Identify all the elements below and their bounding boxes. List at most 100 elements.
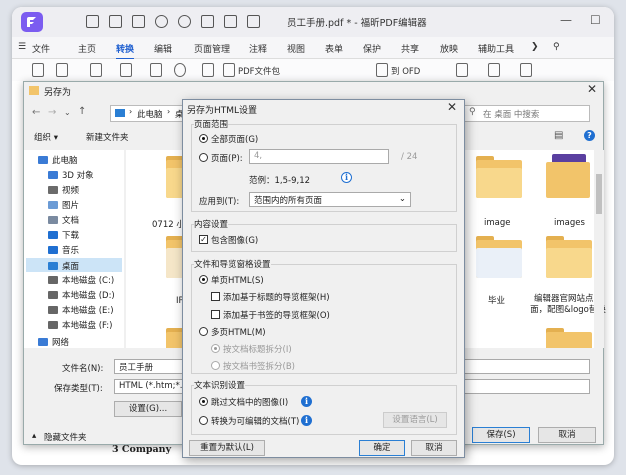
multi-page-radio[interactable] [199,327,208,336]
save-button[interactable]: 保存(S) [472,427,530,443]
pages-label[interactable]: 页面(P): [211,152,243,164]
menu-edit[interactable]: 编辑 [154,42,172,55]
reset-default-button[interactable]: 重置为默认(L) [189,440,265,456]
nav-item-downloads[interactable]: 下载 [48,229,79,241]
menu-convert[interactable]: 转换 [116,42,135,60]
help-icon[interactable]: ? [584,130,595,141]
cancel-button[interactable]: 取消 [538,427,596,443]
save-icon[interactable] [109,15,122,28]
ok-button[interactable]: 确定 [359,440,405,456]
menu-view[interactable]: 视图 [287,42,305,55]
nav-item-drive-f[interactable]: 本地磁盘 (F:) [48,319,112,331]
convert-editable-radio[interactable] [199,416,208,425]
info-icon[interactable]: i [301,396,312,407]
nav-item-video[interactable]: 视频 [48,184,79,196]
print-icon[interactable] [132,15,145,28]
nav-item-network[interactable]: 网络 [38,336,69,346]
include-images-checkbox[interactable]: ✓ [199,235,208,244]
menu-comment[interactable]: 注释 [249,42,267,55]
split-by-title-radio[interactable] [211,344,220,353]
nav-item-drive-d[interactable]: 本地磁盘 (D:) [48,289,115,301]
menu-home[interactable]: 主页 [78,42,96,55]
close-icon[interactable]: ✕ [447,100,457,114]
ocr-icon[interactable] [488,63,500,77]
undo-icon[interactable] [155,15,168,28]
text-tool-icon[interactable] [56,63,68,77]
skip-images-label[interactable]: 跳过文档中的图像(I) [211,396,288,408]
convert-web-icon[interactable] [174,63,186,77]
title-nav-checkbox[interactable] [211,292,220,301]
file-label[interactable]: images [554,218,585,228]
menu-form[interactable]: 表单 [325,42,343,55]
nav-item-music[interactable]: 音乐 [48,244,79,256]
bookmark-nav-label[interactable]: 添加基于书签的导览框架(O) [223,309,330,321]
maximize-icon[interactable]: ☐ [590,13,601,27]
nav-item-documents[interactable]: 文档 [48,214,79,226]
menu-accessibility[interactable]: 辅助工具 [478,42,514,55]
hide-folders-icon[interactable]: ▴ [32,431,36,441]
multi-page-label[interactable]: 多页HTML(M) [211,326,266,338]
nav-item-drive-c[interactable]: 本地磁盘 (C:) [48,274,114,286]
hand-icon[interactable] [201,15,214,28]
bookmark-nav-checkbox[interactable] [211,310,220,319]
forward-icon[interactable]: → [48,107,56,118]
include-images-label[interactable]: 包含图像(G) [211,234,258,246]
convert-word-icon[interactable] [90,63,102,77]
folder-images-icon[interactable] [546,154,590,200]
image-tool-icon[interactable] [456,63,468,77]
skip-images-radio[interactable] [199,397,208,406]
nav-item-pc[interactable]: 此电脑 [38,154,78,166]
new-folder-button[interactable]: 新建文件夹 [86,131,129,143]
menu-share[interactable]: 共享 [401,42,419,55]
back-icon[interactable]: ← [32,107,40,118]
open-file-icon[interactable] [86,15,99,28]
pages-radio[interactable] [199,153,208,162]
folder-icon[interactable] [476,156,522,198]
nav-item-desktop[interactable]: 桌面 [26,258,122,272]
to-ofd-icon[interactable] [376,63,388,77]
minimize-icon[interactable]: — [560,13,572,27]
folder-icon[interactable] [546,236,592,278]
nav-item-drive-e[interactable]: 本地磁盘 (E:) [48,304,114,316]
menu-slideshow[interactable]: 放映 [440,42,458,55]
file-label[interactable]: 毕业 [488,294,505,306]
view-options-icon[interactable]: ▤ [554,130,563,141]
split-by-bookmark-label[interactable]: 按文档书签拆分(B) [223,360,295,372]
convert-image-icon[interactable] [202,63,214,77]
apply-to-select[interactable]: 范围内的所有页面 ⌄ [249,192,411,207]
settings-button[interactable]: 设置(G)... [114,401,182,417]
pages-input[interactable]: 4, [249,149,389,164]
all-pages-radio[interactable] [199,134,208,143]
convert-editable-label[interactable]: 转换为可编辑的文档(T) [211,415,299,427]
split-by-title-label[interactable]: 按文档标题拆分(I) [223,343,292,355]
menu-more-icon[interactable]: ❯ [531,42,539,52]
menu-file[interactable]: 文件 [32,42,50,55]
title-nav-label[interactable]: 添加基于标题的导览框架(H) [223,291,330,303]
breadcrumb-pc[interactable]: 此电脑 [137,108,163,120]
file-label[interactable]: image [484,218,510,228]
single-page-label[interactable]: 单页HTML(S) [211,274,264,286]
pdf-package-icon[interactable] [223,63,235,77]
menu-protect[interactable]: 保护 [363,42,381,55]
dialog-cancel-button[interactable]: 取消 [411,440,457,456]
all-pages-label[interactable]: 全部页面(G) [211,133,258,145]
menu-page-manage[interactable]: 页面管理 [194,42,230,55]
hand-tool-icon[interactable] [32,63,44,77]
nav-item-pictures[interactable]: 图片 [48,199,79,211]
to-ofd-label[interactable]: 到 OFD [391,65,420,77]
ocr-language-button[interactable]: 设置语言(L) [383,412,447,428]
nav-item-3d[interactable]: 3D 对象 [48,169,94,181]
search-field[interactable]: ⚲ 在 桌面 中搜索 [464,105,590,122]
info-icon[interactable]: i [341,172,352,183]
convert-excel-icon[interactable] [120,63,132,77]
info-icon[interactable]: i [301,415,312,426]
redo-icon[interactable] [178,15,191,28]
recent-icon[interactable]: ⌄ [64,108,71,117]
split-by-bookmark-radio[interactable] [211,361,220,370]
hide-folders-toggle[interactable]: 隐藏文件夹 [44,431,87,443]
quick-tool-icon[interactable] [247,15,260,28]
close-icon[interactable]: ✕ [587,82,597,96]
scan-icon[interactable] [520,63,532,77]
scrollbar[interactable] [594,150,604,348]
menu-hamburger-icon[interactable]: ☰ [18,42,26,52]
